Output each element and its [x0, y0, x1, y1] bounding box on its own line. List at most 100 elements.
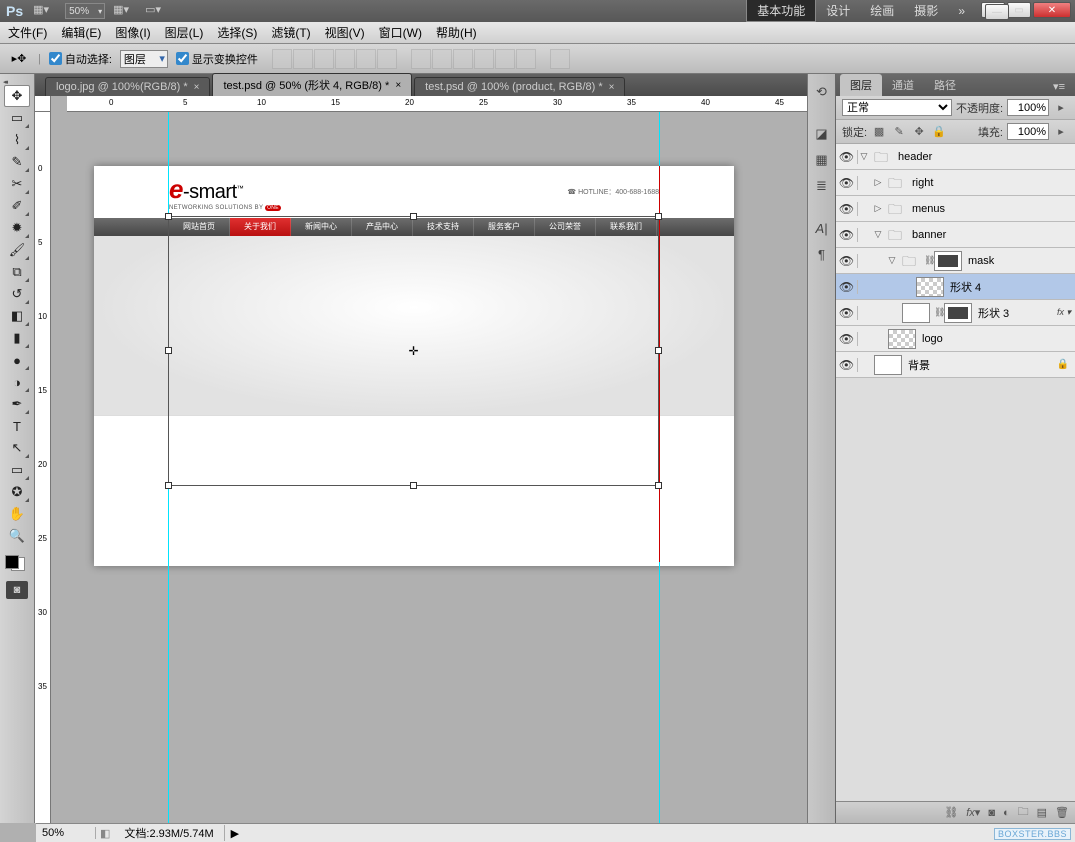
- menu-select[interactable]: 选择(S): [217, 24, 257, 41]
- bridge-icon[interactable]: ▦▾: [33, 3, 57, 19]
- handle-tc[interactable]: [410, 213, 417, 220]
- char-icon[interactable]: A|: [812, 218, 832, 238]
- expand-icon[interactable]: ▽: [872, 229, 884, 240]
- transform-center-icon[interactable]: ✛: [408, 345, 420, 357]
- layer-row[interactable]: 👁▽🗀header: [836, 144, 1075, 170]
- menu-file[interactable]: 文件(F): [8, 24, 47, 41]
- align-left-icon[interactable]: [335, 49, 355, 69]
- align-bottom-icon[interactable]: [314, 49, 334, 69]
- layer-row[interactable]: 👁▷🗀menus: [836, 196, 1075, 222]
- status-nav-icon[interactable]: ◧: [96, 827, 114, 840]
- adjustment-icon[interactable]: ◐: [1003, 807, 1010, 819]
- link-layers-icon[interactable]: ⛓: [944, 806, 958, 819]
- align-vmid-icon[interactable]: [293, 49, 313, 69]
- show-transform-check[interactable]: 显示变换控件: [176, 51, 258, 67]
- visibility-icon[interactable]: 👁: [836, 176, 858, 190]
- dist-6-icon[interactable]: [516, 49, 536, 69]
- ws-tab-design[interactable]: 设计: [816, 0, 860, 22]
- layer-name[interactable]: 形状 3: [976, 305, 1057, 321]
- doc-tab-1[interactable]: logo.jpg @ 100%(RGB/8) *×: [45, 77, 210, 96]
- quickmask-icon[interactable]: ◙: [6, 581, 28, 599]
- layer-name[interactable]: banner: [910, 229, 1075, 241]
- handle-br[interactable]: [655, 482, 662, 489]
- path-select-tool[interactable]: ↖: [4, 437, 30, 459]
- layer-name[interactable]: 背景: [906, 357, 1057, 373]
- fx-badge[interactable]: fx ▾: [1057, 307, 1071, 318]
- lock-all-icon[interactable]: 🔒: [931, 124, 947, 140]
- screen-mode-icon[interactable]: ▭▾: [145, 3, 169, 19]
- eraser-tool[interactable]: ◧: [4, 305, 30, 327]
- menu-layer[interactable]: 图层(L): [165, 24, 204, 41]
- opacity-flyout-icon[interactable]: ▸: [1053, 100, 1069, 116]
- expand-icon[interactable]: ▽: [886, 255, 898, 266]
- layer-name[interactable]: right: [910, 177, 1075, 189]
- opacity-input[interactable]: [1007, 99, 1049, 116]
- swatches-icon[interactable]: ▦: [812, 150, 832, 170]
- lasso-tool[interactable]: ⌇: [4, 129, 30, 151]
- color-swatches[interactable]: [5, 551, 29, 575]
- visibility-icon[interactable]: 👁: [836, 280, 858, 294]
- move-tool[interactable]: ✥: [4, 85, 30, 107]
- handle-bl[interactable]: [165, 482, 172, 489]
- handle-bc[interactable]: [410, 482, 417, 489]
- handle-ml[interactable]: [165, 347, 172, 354]
- crop-tool[interactable]: ✂: [4, 173, 30, 195]
- status-doc-size[interactable]: 文档:2.93M/5.74M: [114, 825, 224, 841]
- foreground-swatch[interactable]: [5, 555, 19, 569]
- blur-tool[interactable]: ●: [4, 349, 30, 371]
- layer-name[interactable]: mask: [966, 255, 1075, 267]
- menu-view[interactable]: 视图(V): [325, 24, 365, 41]
- arrange-icon[interactable]: ▦▾: [113, 3, 137, 19]
- layer-name[interactable]: header: [896, 151, 1075, 163]
- visibility-icon[interactable]: 👁: [836, 306, 858, 320]
- layer-row[interactable]: 👁背景🔒: [836, 352, 1075, 378]
- fill-flyout-icon[interactable]: ▸: [1053, 124, 1069, 140]
- layer-name[interactable]: 形状 4: [948, 279, 1075, 295]
- hand-tool[interactable]: ✋: [4, 503, 30, 525]
- zoom-select[interactable]: 50%: [65, 3, 105, 19]
- visibility-icon[interactable]: 👁: [836, 332, 858, 346]
- color-icon[interactable]: ◪: [812, 124, 832, 144]
- layer-row[interactable]: 👁▷🗀right: [836, 170, 1075, 196]
- menu-edit[interactable]: 编辑(E): [61, 24, 101, 41]
- group-icon[interactable]: 🗀: [1018, 803, 1029, 822]
- ruler-horizontal[interactable]: 05 1015 2025 3035 4045: [67, 96, 807, 112]
- visibility-icon[interactable]: 👁: [836, 202, 858, 216]
- panel-tab-layers[interactable]: 图层: [840, 74, 882, 96]
- auto-select-check[interactable]: 自动选择:: [49, 51, 112, 67]
- close-icon[interactable]: ×: [609, 82, 615, 93]
- paragraph-icon[interactable]: ¶: [812, 244, 832, 264]
- handle-tl[interactable]: [165, 213, 172, 220]
- marquee-tool[interactable]: ▭: [4, 107, 30, 129]
- panel-tab-channels[interactable]: 通道: [882, 74, 924, 96]
- type-tool[interactable]: T: [4, 415, 30, 437]
- lock-move-icon[interactable]: ✥: [911, 124, 927, 140]
- visibility-icon[interactable]: 👁: [836, 358, 858, 372]
- layer-row[interactable]: 👁 形状 4: [836, 274, 1075, 300]
- align-top-icon[interactable]: [272, 49, 292, 69]
- layer-row[interactable]: 👁⛓形状 3fx ▾: [836, 300, 1075, 326]
- quick-select-tool[interactable]: ✎: [4, 151, 30, 173]
- align-hmid-icon[interactable]: [356, 49, 376, 69]
- ws-tab-essentials[interactable]: 基本功能: [746, 0, 816, 22]
- zoom-tool[interactable]: 🔍: [4, 525, 30, 547]
- panel-tab-paths[interactable]: 路径: [924, 74, 966, 96]
- history-brush-tool[interactable]: ↺: [4, 283, 30, 305]
- eyedropper-tool[interactable]: ✐: [4, 195, 30, 217]
- dist-2-icon[interactable]: [432, 49, 452, 69]
- brush-tool[interactable]: 🖌: [4, 239, 30, 261]
- lock-paint-icon[interactable]: ✎: [891, 124, 907, 140]
- close-icon[interactable]: ×: [395, 80, 401, 91]
- heal-tool[interactable]: ✹: [4, 217, 30, 239]
- dist-1-icon[interactable]: [411, 49, 431, 69]
- handle-tr[interactable]: [655, 213, 662, 220]
- shape-tool[interactable]: ▭: [4, 459, 30, 481]
- ws-tab-photo[interactable]: 摄影: [904, 0, 948, 22]
- fx-icon[interactable]: fx▾: [966, 806, 980, 819]
- layer-row[interactable]: 👁▽🗀banner: [836, 222, 1075, 248]
- doc-tab-2[interactable]: test.psd @ 50% (形状 4, RGB/8) *×: [212, 73, 412, 96]
- ws-tab-painting[interactable]: 绘画: [860, 0, 904, 22]
- dist-4-icon[interactable]: [474, 49, 494, 69]
- close-button[interactable]: ✕: [1033, 2, 1071, 18]
- ruler-origin[interactable]: [35, 96, 51, 112]
